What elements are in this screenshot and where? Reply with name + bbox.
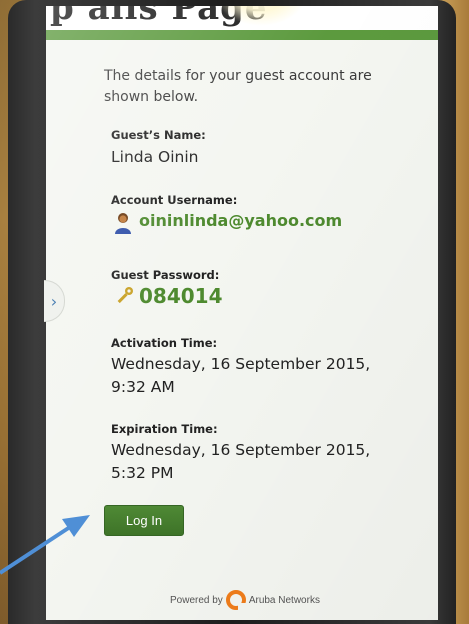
- expiration-time-value: Wednesday, 16 September 2015, 5:32 PM: [111, 441, 371, 482]
- header-green-bar: [46, 30, 438, 40]
- expiration-time-label: Expiration Time:: [111, 422, 218, 436]
- activation-time-value: Wednesday, 16 September 2015, 9:32 AM: [111, 355, 371, 396]
- key-icon: [117, 287, 133, 304]
- intro-text: The details for your guest account are s…: [104, 68, 372, 105]
- arrow-icon: [0, 515, 90, 575]
- aruba-logo-icon: [225, 590, 246, 610]
- guest-name-value: Linda Oinin: [111, 148, 199, 166]
- user-icon: [115, 213, 131, 234]
- guest-password-label: Guest Password:: [111, 268, 220, 282]
- phone-screen: p ails Page The details for your guest a…: [46, 6, 438, 620]
- account-username-label: Account Username:: [111, 193, 238, 207]
- guest-password-value: 084014: [139, 284, 223, 308]
- guest-name-label: Guest’s Name:: [111, 128, 206, 142]
- account-username-value: oininlinda@yahoo.com: [139, 211, 343, 230]
- activation-time-label: Activation Time:: [111, 336, 218, 350]
- powered-by-footer: Powered by Aruba Networks: [170, 590, 320, 610]
- aruba-networks-brand: Aruba Networks: [248, 594, 320, 606]
- powered-by-label: Powered by: [170, 594, 223, 606]
- chevron-right-icon: ›: [50, 291, 58, 311]
- login-button[interactable]: Log In: [104, 505, 184, 536]
